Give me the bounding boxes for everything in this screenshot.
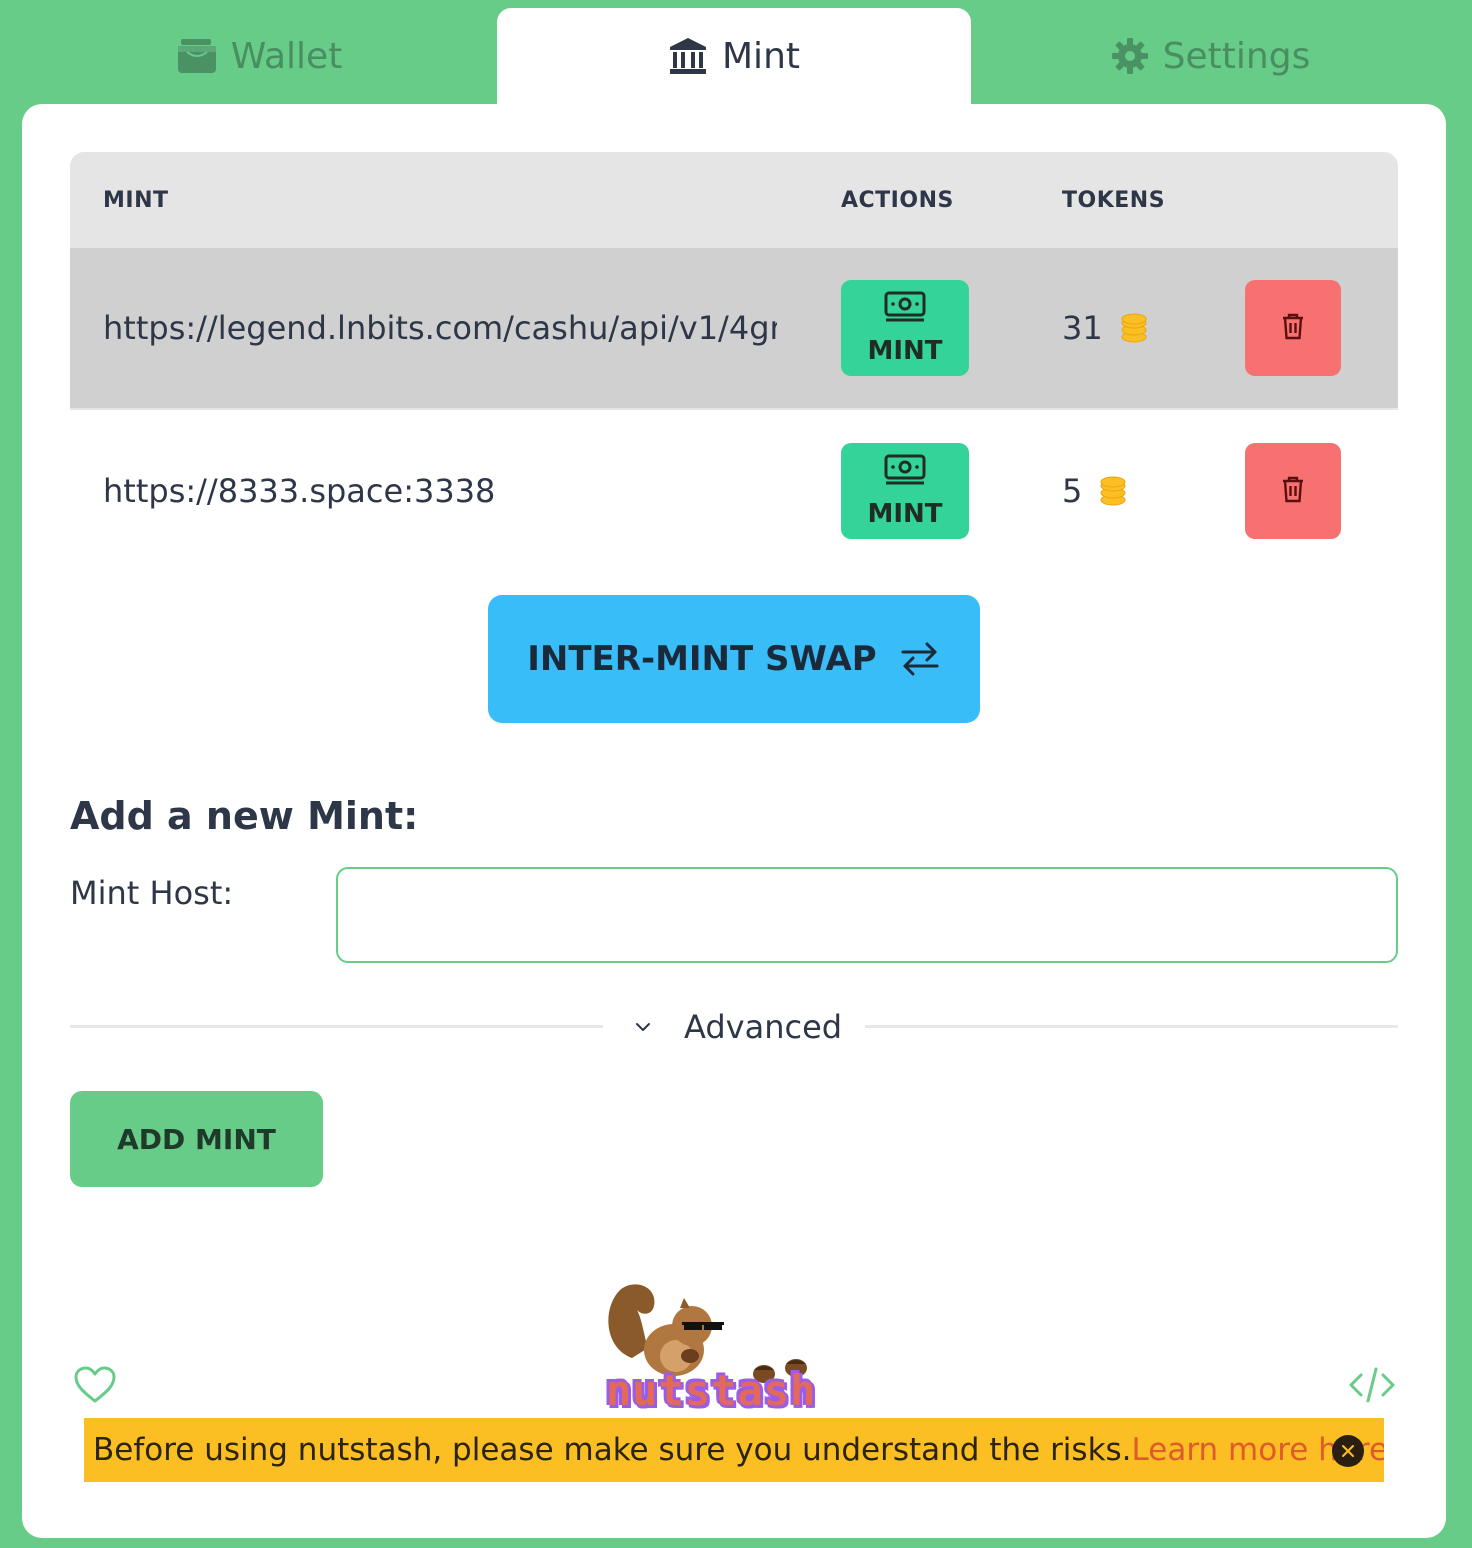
token-amount: 31 — [1062, 309, 1103, 347]
banner-text: Before using nutstash, please make sure … — [93, 1432, 1132, 1468]
delete-mint-button[interactable] — [1245, 443, 1341, 539]
mints-table: MINT ACTIONS TOKENS https://legend.lnbit… — [70, 152, 1398, 572]
wallet-icon — [177, 38, 217, 74]
mint-button[interactable]: MINT — [841, 280, 969, 376]
tab-mint-label: Mint — [722, 35, 800, 77]
mint-button-label: MINT — [867, 498, 943, 529]
advanced-label: Advanced — [684, 1008, 843, 1046]
tab-mint[interactable]: Mint — [497, 8, 971, 104]
money-icon — [883, 291, 927, 332]
add-mint-title: Add a new Mint: — [70, 794, 419, 838]
trash-icon — [1281, 312, 1305, 344]
header-actions: ACTIONS — [841, 188, 954, 213]
close-icon[interactable] — [1332, 1435, 1364, 1467]
token-count: 31 — [1062, 248, 1147, 408]
swap-arrows-icon — [899, 639, 941, 679]
mint-url: https://8333.space:3338 — [103, 472, 496, 510]
risk-warning-banner: Before using nutstash, please make sure … — [84, 1418, 1384, 1482]
mint-host-label: Mint Host: — [70, 874, 234, 912]
heart-icon[interactable] — [74, 1366, 116, 1408]
tab-bar: Wallet Mint Settings — [0, 0, 1472, 104]
advanced-toggle[interactable]: Advanced — [634, 1004, 842, 1050]
mint-host-input[interactable] — [336, 867, 1398, 963]
add-mint-button[interactable]: ADD MINT — [70, 1091, 323, 1187]
token-amount: 5 — [1062, 472, 1083, 510]
bank-icon — [668, 36, 708, 76]
chevron-down-icon — [634, 1021, 652, 1033]
tab-wallet-label: Wallet — [230, 35, 343, 77]
swap-button-label: INTER-MINT SWAP — [527, 639, 877, 679]
table-row: https://8333.space:3338 MINT 5 — [70, 410, 1398, 572]
mint-url: https://legend.lnbits.com/cashu/api/v1/4… — [103, 309, 777, 347]
code-icon[interactable] — [1348, 1366, 1396, 1408]
coins-icon — [1100, 476, 1126, 506]
coins-icon — [1121, 313, 1147, 343]
gear-icon — [1111, 37, 1149, 75]
table-row: https://legend.lnbits.com/cashu/api/v1/4… — [70, 248, 1398, 410]
tab-wallet[interactable]: Wallet — [22, 8, 497, 104]
mint-button-label: MINT — [867, 335, 943, 366]
trash-icon — [1281, 475, 1305, 507]
table-header: MINT ACTIONS TOKENS — [70, 152, 1398, 248]
divider — [865, 1025, 1398, 1028]
delete-mint-button[interactable] — [1245, 280, 1341, 376]
token-count: 5 — [1062, 410, 1126, 572]
main-card: MINT ACTIONS TOKENS https://legend.lnbit… — [22, 104, 1446, 1538]
add-mint-button-label: ADD MINT — [117, 1122, 276, 1156]
header-tokens: TOKENS — [1062, 188, 1166, 213]
inter-mint-swap-button[interactable]: INTER-MINT SWAP — [488, 595, 980, 723]
header-mint: MINT — [103, 188, 169, 213]
nutstash-logo-text: nutstash — [606, 1366, 817, 1415]
tab-settings[interactable]: Settings — [971, 8, 1450, 104]
tab-settings-label: Settings — [1162, 35, 1311, 77]
divider — [70, 1025, 603, 1028]
money-icon — [883, 454, 927, 495]
mint-button[interactable]: MINT — [841, 443, 969, 539]
